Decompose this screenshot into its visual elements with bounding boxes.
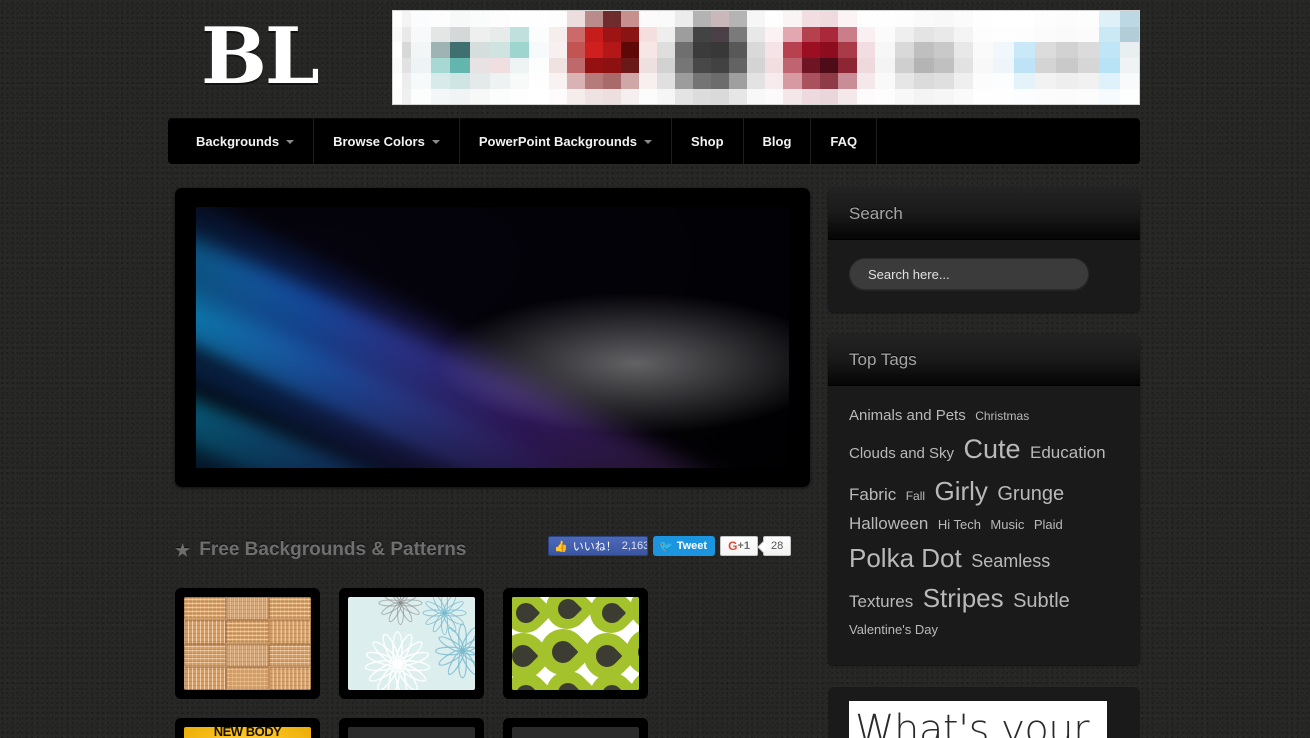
social-share-bar: 👍 いいね！ 2,163 🐦 Tweet G +1 28 — [548, 536, 792, 556]
thumbnail-woven-basket-pattern[interactable] — [175, 588, 320, 699]
thumbnail-new-body-under-construction[interactable]: NEW BODY UNDER CONSTRUCTION — [175, 718, 320, 738]
tag-animals-and-pets[interactable]: Animals and Pets — [849, 407, 966, 424]
twitter-bird-icon: 🐦 — [659, 540, 673, 553]
nav-label: Shop — [691, 133, 724, 149]
sidebar-ad-text: What's your — [855, 707, 1090, 738]
tag-cloud: Animals and Pets Christmas Clouds and Sk… — [849, 404, 1119, 643]
tag-stripes[interactable]: Stripes — [923, 583, 1004, 613]
star-icon: ★ — [175, 540, 191, 560]
tag-music[interactable]: Music — [990, 517, 1024, 532]
tag-grunge[interactable]: Grunge — [997, 483, 1064, 505]
tweet-button[interactable]: 🐦 Tweet — [653, 536, 716, 556]
chevron-down-icon — [431, 140, 440, 144]
thumbs-up-icon: 👍 — [554, 540, 568, 553]
sidebar-ad[interactable]: What's your — [828, 687, 1140, 738]
thumbnail-text-top: NEW BODY — [213, 727, 282, 738]
googleplus-g-label: G — [728, 539, 738, 553]
hero-frame[interactable] — [175, 188, 810, 487]
banner-block-crimson — [765, 11, 875, 104]
nav-item-backgrounds[interactable]: Backgrounds — [168, 118, 315, 164]
tag-cute[interactable]: Cute — [964, 434, 1021, 464]
nav-item-blog[interactable]: Blog — [744, 118, 812, 164]
banner-block-blue — [993, 11, 1139, 104]
main-navigation[interactable]: Backgrounds Browse Colors PowerPoint Bac… — [168, 118, 1140, 164]
thumbnail-image — [348, 597, 475, 690]
tag-polka-dot[interactable]: Polka Dot — [849, 543, 962, 573]
thumbnail-image — [184, 597, 311, 690]
banner-block-teal — [411, 11, 549, 104]
tag-fall[interactable]: Fall — [906, 489, 925, 503]
tag-hi-tech[interactable]: Hi Tech — [938, 517, 981, 532]
tag-subtle[interactable]: Subtle — [1013, 590, 1070, 612]
tag-valentines-day[interactable]: Valentine's Day — [849, 622, 938, 637]
facebook-like-button[interactable]: 👍 いいね！ 2,163 — [548, 536, 648, 556]
page-title: ★ Free Backgrounds & Patterns — [175, 539, 466, 561]
banner-block-edge — [393, 11, 411, 104]
nav-item-shop[interactable]: Shop — [672, 118, 744, 164]
sidebar-ad-inner: What's your — [849, 701, 1107, 738]
nav-item-browse-colors[interactable]: Browse Colors — [314, 118, 460, 164]
thumbnail-image — [348, 727, 475, 738]
search-widget-body — [828, 240, 1140, 312]
tweet-label: Tweet — [676, 540, 708, 552]
section-header: ★ Free Backgrounds & Patterns 👍 いいね！ 2,1… — [175, 532, 810, 568]
site-header: BL — [168, 0, 1140, 113]
header-banner-ad[interactable] — [392, 10, 1140, 105]
page-root: BL Backgrounds Browse Colors PowerPoint … — [0, 0, 1310, 738]
thumbnail-image — [512, 727, 639, 738]
googleplus-share-group: G +1 28 — [720, 536, 792, 556]
main-column: ★ Free Backgrounds & Patterns 👍 いいね！ 2,1… — [175, 188, 810, 738]
search-widget-title: Search — [849, 203, 903, 223]
tag-clouds-and-sky[interactable]: Clouds and Sky — [849, 445, 954, 462]
tag-education[interactable]: Education — [1030, 443, 1106, 462]
search-widget-header: Search — [828, 188, 1140, 240]
banner-block-red — [549, 11, 657, 104]
tag-christmas[interactable]: Christmas — [975, 409, 1029, 423]
top-tags-widget-body: Animals and Pets Christmas Clouds and Sk… — [828, 386, 1140, 665]
top-tags-widget-header: Top Tags — [828, 334, 1140, 386]
chevron-down-icon — [644, 140, 653, 144]
tag-fabric[interactable]: Fabric — [849, 485, 896, 504]
thumbnail-chrysanthemum-floral-pattern[interactable] — [339, 588, 484, 699]
googleplus-one-button[interactable]: G +1 — [720, 536, 758, 556]
hero-image — [196, 207, 789, 468]
site-container: BL Backgrounds Browse Colors PowerPoint … — [168, 0, 1140, 738]
tag-textures[interactable]: Textures — [849, 592, 913, 611]
tag-plaid[interactable]: Plaid — [1034, 517, 1063, 532]
chevron-down-icon — [286, 140, 295, 144]
top-tags-widget-title: Top Tags — [849, 349, 917, 369]
section-title-text: Free Backgrounds & Patterns — [199, 539, 467, 560]
thumbnail-grid: NEW BODY UNDER CONSTRUCTION — [175, 588, 810, 738]
nav-item-faq[interactable]: FAQ — [811, 118, 878, 164]
tag-halloween[interactable]: Halloween — [849, 514, 928, 533]
nav-item-powerpoint-backgrounds[interactable]: PowerPoint Backgrounds — [460, 118, 673, 164]
thumbnail-row2-item1[interactable] — [339, 718, 484, 738]
search-input[interactable] — [849, 258, 1089, 290]
facebook-like-count: 2,163 — [621, 540, 648, 552]
site-logo[interactable]: BL — [201, 9, 336, 105]
nav-label: FAQ — [830, 133, 858, 149]
googleplus-plus-label: +1 — [737, 540, 750, 552]
thumbnail-retro-paisley-pattern[interactable] — [503, 588, 648, 699]
tag-seamless[interactable]: Seamless — [971, 551, 1050, 571]
tag-girly[interactable]: Girly — [934, 476, 987, 506]
thumbnail-image — [512, 597, 639, 690]
sidebar: Search Top Tags Animals and Pets Christm… — [828, 188, 1140, 738]
search-widget: Search — [828, 188, 1140, 312]
googleplus-count: 28 — [762, 536, 792, 556]
nav-label: Browse Colors — [333, 133, 425, 149]
banner-block-white — [875, 11, 993, 104]
facebook-like-label: いいね！ — [572, 541, 617, 553]
thumbnail-image: NEW BODY UNDER CONSTRUCTION — [184, 727, 311, 738]
thumbnail-row2-item2[interactable] — [503, 718, 648, 738]
nav-label: Blog — [762, 133, 792, 149]
nav-label: PowerPoint Backgrounds — [478, 133, 638, 149]
banner-block-gray — [657, 11, 765, 104]
top-tags-widget: Top Tags Animals and Pets Christmas Clou… — [828, 334, 1140, 666]
nav-label: Backgrounds — [196, 133, 280, 149]
